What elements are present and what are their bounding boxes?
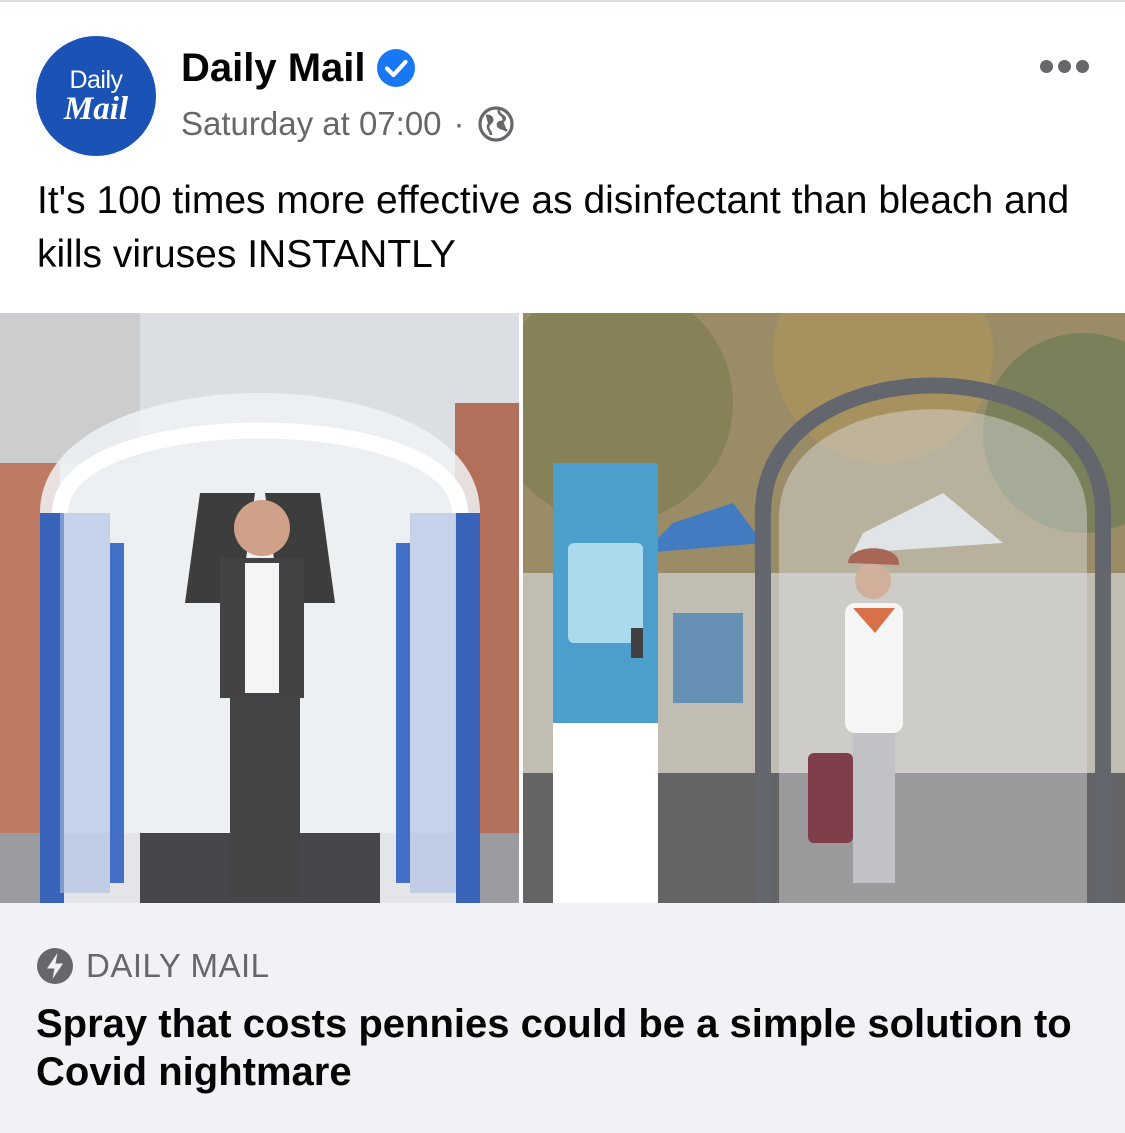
post-caption: It's 100 times more effective as disinfe…: [37, 179, 1070, 276]
more-options-icon[interactable]: [1040, 60, 1089, 73]
post-meta: Saturday at 07:00 ·: [181, 100, 515, 148]
page-name[interactable]: Daily Mail: [181, 46, 366, 91]
post-image[interactable]: [0, 313, 1125, 903]
link-headline[interactable]: Spray that costs pennies could be a simp…: [36, 1000, 1096, 1096]
avatar-line2: Mail: [63, 91, 129, 127]
post-timestamp[interactable]: Saturday at 07:00: [181, 105, 442, 143]
link-source-row: DAILY MAIL: [36, 947, 270, 985]
disinfection-tunnel-photo-left: [0, 313, 519, 903]
meta-separator: ·: [453, 105, 465, 142]
instant-article-bolt-icon: [37, 948, 73, 984]
facebook-post: Daily Mail Daily Mail Saturday at 07:00 …: [0, 0, 1125, 1133]
verified-badge-icon: [376, 49, 415, 87]
globe-icon[interactable]: [477, 105, 515, 143]
page-name-row: Daily Mail: [181, 42, 416, 94]
disinfection-tunnel-photo-right: [523, 313, 1125, 903]
page-avatar[interactable]: Daily Mail: [36, 36, 156, 156]
link-source: DAILY MAIL: [86, 947, 270, 984]
